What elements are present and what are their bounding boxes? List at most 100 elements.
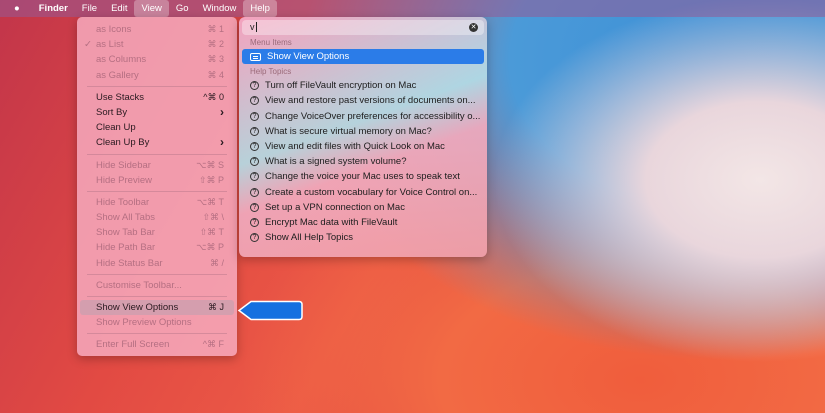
menu-item-shortcut: ⇧⌘ P — [198, 174, 224, 185]
pointer-arrow — [237, 300, 303, 321]
view-menu-item-clean-up-by[interactable]: Clean Up By › — [80, 135, 234, 150]
menu-item-shortcut: ^⌘ 0 — [203, 91, 224, 102]
help-topic-label: Turn off FileVault encryption on Mac — [265, 80, 417, 92]
view-menu-item-as-icons[interactable]: as Icons ⌘ 1 — [80, 22, 234, 37]
menu-item-shortcut: ⌘ 1 — [207, 24, 224, 34]
question-circle-icon: ? — [250, 172, 259, 182]
question-circle-icon: ? — [250, 187, 259, 197]
menu-item-shortcut: ⇧⌘ \ — [202, 212, 224, 223]
help-topic[interactable]: ? Turn off FileVault encryption on Mac — [242, 78, 484, 93]
help-topic[interactable]: ? What is a signed system volume? — [242, 154, 484, 169]
help-topic[interactable]: ? What is secure virtual memory on Mac? — [242, 124, 484, 139]
menubar-go[interactable]: Go — [169, 0, 196, 17]
menu-item-icon — [250, 52, 261, 61]
help-topic[interactable]: ? Set up a VPN connection on Mac — [242, 200, 484, 215]
menu-item-label: Clean Up — [96, 122, 136, 134]
menu-item-shortcut: ⌥⌘ P — [196, 242, 224, 253]
view-menu-item-clean-up[interactable]: Clean Up — [80, 120, 234, 135]
question-circle-icon: ? — [250, 202, 259, 212]
help-topic-label: View and restore past versions of docume… — [265, 95, 476, 107]
menu-item-label: Show View Options — [96, 302, 179, 313]
help-topic-label: Encrypt Mac data with FileVault — [265, 216, 398, 228]
menu-item-shortcut: ⌥⌘ S — [196, 159, 224, 170]
view-menu-item-as-gallery[interactable]: as Gallery ⌘ 4 — [80, 68, 234, 83]
view-menu-item-hide-toolbar[interactable]: Hide Toolbar ⌥⌘ T — [80, 195, 234, 210]
help-topic-label: What is a signed system volume? — [265, 156, 407, 168]
menu-item-shortcut: ⇧⌘ T — [199, 227, 224, 238]
menu-item-label: Clean Up By — [96, 137, 150, 149]
menu-item-label: Hide Status Bar — [96, 257, 163, 269]
menubar-window[interactable]: Window — [196, 0, 244, 17]
view-menu-item-as-list[interactable]: ✓ as List ⌘ 2 — [80, 37, 234, 52]
menu-item-label: Use Stacks — [96, 91, 145, 103]
help-topic-label: Change the voice your Mac uses to speak … — [265, 171, 460, 183]
view-menu-item-show-view-options[interactable]: Show View Options ⌘ J — [80, 300, 234, 316]
menu-item-label: Enter Full Screen — [96, 339, 170, 351]
apple-menu-icon[interactable]: ● — [0, 0, 32, 17]
help-topic-label: Create a custom vocabulary for Voice Con… — [265, 186, 478, 198]
view-menu-item-enter-full-screen[interactable]: Enter Full Screen ^⌘ F — [80, 337, 234, 352]
help-menu-item-show-view-options[interactable]: Show View Options — [242, 49, 484, 65]
question-circle-icon: ? — [250, 96, 259, 106]
view-menu: as Icons ⌘ 1 ✓ as List ⌘ 2 as Columns ⌘ 3 as Ga… — [77, 17, 237, 356]
menu-separator — [87, 273, 227, 275]
menu-item-label: Show Tab Bar — [96, 227, 155, 239]
help-menu: v ✕ Menu Items Show View Options Help To… — [239, 17, 487, 257]
view-menu-item-hide-preview[interactable]: Hide Preview ⇧⌘ P — [80, 173, 234, 188]
menu-separator — [87, 296, 227, 297]
question-circle-icon: ? — [250, 126, 259, 136]
help-topic[interactable]: ? Change VoiceOver preferences for access… — [242, 109, 484, 124]
menu-item-label: as Columns — [96, 54, 147, 66]
menu-item-label: Hide Sidebar — [96, 159, 151, 171]
menu-item-shortcut: ⌘ / — [209, 257, 224, 268]
menubar-file[interactable]: File — [75, 0, 104, 17]
menu-item-label: Show View Options — [267, 51, 350, 62]
view-menu-item-hide-path-bar[interactable]: Hide Path Bar ⌥⌘ P — [80, 240, 234, 255]
menu-item-label: Customise Toolbar... — [96, 279, 182, 291]
menu-bar: ● Finder File Edit View Go Window Help — [0, 0, 825, 17]
menubar-view[interactable]: View — [134, 0, 169, 17]
menu-separator — [87, 190, 227, 192]
view-menu-item-hide-status-bar[interactable]: Hide Status Bar ⌘ / — [80, 256, 234, 271]
help-topic[interactable]: ? Change the voice your Mac uses to speak… — [242, 169, 484, 184]
question-circle-icon: ? — [250, 111, 259, 121]
submenu-chevron-icon: › — [220, 135, 224, 150]
view-menu-item-as-columns[interactable]: as Columns ⌘ 3 — [80, 52, 234, 67]
help-search-input[interactable]: v ✕ — [242, 20, 484, 35]
menu-item-label: Sort By — [96, 106, 128, 118]
question-circle-icon: ? — [250, 142, 259, 152]
menu-item-label: as Icons — [96, 24, 132, 35]
view-menu-item-show-tab-bar[interactable]: Show Tab Bar ⇧⌘ T — [80, 225, 234, 240]
question-circle-icon: ? — [250, 81, 259, 91]
menu-separator — [87, 333, 227, 335]
view-menu-item-show-preview-options[interactable]: Show Preview Options — [80, 315, 234, 330]
help-topic[interactable]: ? Encrypt Mac data with FileVault — [242, 215, 484, 230]
menu-separator — [87, 153, 227, 155]
help-topic-label: Set up a VPN connection on Mac — [265, 201, 405, 213]
menubar-finder[interactable]: Finder — [32, 0, 75, 17]
view-menu-item-customise-toolbar[interactable]: Customise Toolbar... — [80, 278, 234, 293]
question-circle-icon: ? — [250, 233, 259, 243]
help-topic[interactable]: ? Create a custom vocabulary for Voice Co… — [242, 185, 484, 200]
help-topic[interactable]: ? Show All Help Topics — [242, 230, 484, 245]
checkmark-icon: ✓ — [84, 39, 92, 51]
menu-item-label: Hide Preview — [96, 174, 152, 186]
menubar-help[interactable]: Help — [243, 0, 277, 17]
menu-item-shortcut: ⌘ 2 — [207, 39, 224, 50]
help-topics-header: Help Topics — [250, 67, 292, 77]
help-topic-label: What is secure virtual memory on Mac? — [265, 125, 432, 137]
clear-search-icon[interactable]: ✕ — [469, 23, 478, 32]
menu-item-label: Hide Toolbar — [96, 196, 150, 208]
help-topic-label: Change VoiceOver preferences for accessi… — [265, 110, 481, 122]
menubar-edit[interactable]: Edit — [104, 0, 134, 17]
menu-item-shortcut: ^⌘ F — [202, 339, 224, 350]
menu-separator — [87, 85, 227, 87]
view-menu-item-show-all-tabs[interactable]: Show All Tabs ⇧⌘ \ — [80, 210, 234, 225]
help-topic[interactable]: ? View and restore past versions of docum… — [242, 93, 484, 108]
menu-item-shortcut: ⌘ 4 — [207, 69, 224, 80]
menu-items-header: Menu Items — [250, 38, 292, 47]
help-topic[interactable]: ? View and edit files with Quick Look on … — [242, 139, 484, 154]
view-menu-item-use-stacks[interactable]: Use Stacks ^⌘ 0 — [80, 90, 234, 105]
view-menu-item-sort-by[interactable]: Sort By › — [80, 105, 234, 120]
view-menu-item-hide-sidebar[interactable]: Hide Sidebar ⌥⌘ S — [80, 158, 234, 173]
